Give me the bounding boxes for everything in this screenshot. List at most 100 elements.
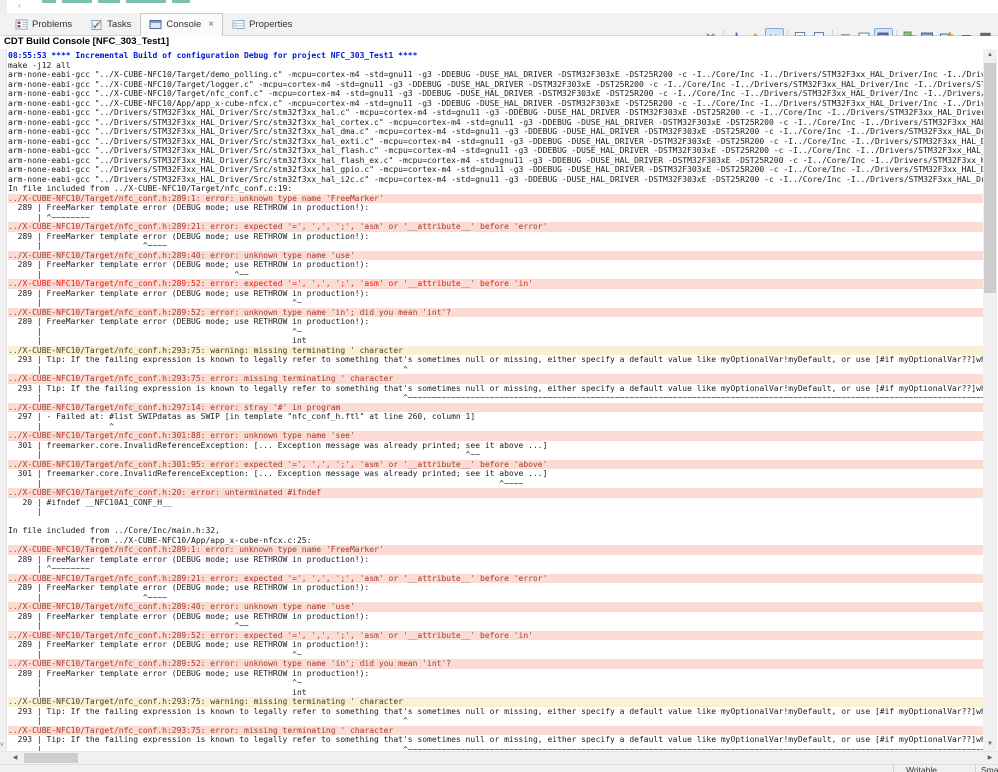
console-line: In file included from ../Core/Inc/main.h… [8,526,220,535]
console-line: 301 | freemarker.core.InvalidReferenceEx… [8,469,548,478]
tab-label: Console [166,19,202,30]
console-line: | ^~ [8,298,302,307]
console-line[interactable]: ../X-CUBE-NFC10/Target/nfc_conf.h:289:52… [8,279,983,289]
console-line: 289 | FreeMarker template error (DEBUG m… [8,554,370,564]
tasks-icon [90,18,103,31]
vertical-scroll-thumb[interactable] [984,63,996,293]
console-line: | ^ [8,364,408,374]
console-line[interactable]: ../X-CUBE-NFC10/Target/nfc_conf.h:301:88… [8,431,983,441]
console-line: | ^~~~~~~~~ [8,212,90,222]
console-line: arm-none-eabi-gcc "../Drivers/STM32F3xx_… [8,117,983,127]
tab-label: Properties [249,19,293,30]
console-line: arm-none-eabi-gcc "../Drivers/STM32F3xx_… [8,108,983,117]
console-line: | ^~~~~ [8,478,524,488]
console-line: arm-none-eabi-gcc "../Drivers/STM32F3xx_… [8,165,983,174]
console-line: arm-none-eabi-gcc "../Drivers/STM32F3xx_… [8,127,983,136]
console-line[interactable]: ../X-CUBE-NFC10/Target/nfc_conf.h:289:40… [8,250,983,260]
view-tabs: Problems Tasks Console × Properties [6,13,301,36]
status-separator [975,765,976,772]
console-line: 289 | FreeMarker template error (DEBUG m… [8,668,370,678]
console-line[interactable]: ../X-CUBE-NFC10/Target/nfc_conf.h:289:1:… [8,545,983,555]
status-insert-mode: Smart Insert [981,765,998,772]
console-line: | ^~~ [8,621,249,630]
tab-problems[interactable]: Problems [6,13,81,36]
console-line: | [8,507,47,516]
console-output[interactable]: 08:55:53 **** Incremental Build of confi… [8,51,983,751]
console-line: 289 | FreeMarker template error (DEBUG m… [8,317,370,326]
console-line: 08:55:53 **** Incremental Build of confi… [8,51,418,60]
console-line: 293 | Tip: If the failing expression is … [17,706,983,716]
console-line: arm-none-eabi-gcc "../Drivers/STM32F3xx_… [8,136,983,146]
console-line: | ^~ [8,649,302,659]
tab-console[interactable]: Console × [140,13,224,36]
console-line: 289 | FreeMarker template error (DEBUG m… [8,260,370,269]
code-fragment [98,0,120,3]
console-line[interactable]: ../X-CUBE-NFC10/Target/nfc_conf.h:293:75… [8,725,983,735]
editor-hscroll-left-icon[interactable]: ‹ [18,1,21,10]
console-line: | ^~~~~~~~~ [8,564,90,573]
console-line[interactable]: ../X-CUBE-NFC10/Target/nfc_conf.h:289:21… [8,222,983,232]
console-line[interactable]: ../X-CUBE-NFC10/Target/nfc_conf.h:289:40… [8,602,983,612]
console-line[interactable]: ../X-CUBE-NFC10/Target/nfc_conf.h:293:75… [8,697,983,707]
status-bar: Writable Smart Insert [0,764,998,772]
code-fragment [62,0,92,3]
code-fragment [172,0,190,3]
console-line[interactable]: ../X-CUBE-NFC10/Target/nfc_conf.h:289:52… [8,659,983,669]
console-line[interactable]: ../X-CUBE-NFC10/Target/nfc_conf.h:297:14… [8,402,983,412]
console-line: | int [8,336,307,345]
console-line: | ^~~~~~~~~~~~~~~~~~~~~~~~~~~~~~~~~~~~~~… [8,393,983,402]
close-icon[interactable]: × [208,19,214,30]
console-line: 293 | Tip: If the failing expression is … [17,735,983,744]
console-line: arm-none-eabi-gcc "../Drivers/STM32F3xx_… [8,146,983,155]
console-line: | ^~~~~ [8,241,167,250]
console-line: arm-none-eabi-gcc "../X-CUBE-NFC10/Targe… [8,89,983,98]
console-line[interactable]: ../X-CUBE-NFC10/Target/nfc_conf.h:293:75… [8,374,983,384]
console-line[interactable]: ../X-CUBE-NFC10/Target/nfc_conf.h:289:52… [8,630,983,640]
console-line: 293 | Tip: If the failing expression is … [17,383,983,393]
console-view: ˅ 08:55:53 **** Incremental Build of con… [0,49,998,751]
console-line: arm-none-eabi-gcc "../X-CUBE-NFC10/Targe… [8,70,983,79]
tab-label: Tasks [107,19,132,30]
console-line[interactable]: ../X-CUBE-NFC10/Target/nfc_conf.h:293:75… [8,345,983,355]
console-line[interactable]: ../X-CUBE-NFC10/Target/nfc_conf.h:301:95… [8,459,983,469]
scroll-down-icon[interactable]: ▼ [983,738,997,751]
console-line[interactable]: ../X-CUBE-NFC10/Target/nfc_conf.h:289:52… [8,307,983,317]
status-separator [893,765,894,772]
vertical-scrollbar[interactable]: ▲ ▼ [983,49,997,751]
console-line: 289 | FreeMarker template error (DEBUG m… [8,583,370,592]
scroll-up-icon[interactable]: ▲ [983,49,997,62]
scroll-right-icon[interactable]: ▶ [983,752,997,764]
console-line: arm-none-eabi-gcc "../X-CUBE-NFC10/Targe… [8,79,983,89]
properties-icon [232,18,245,31]
console-line: | ^~~ [8,450,481,459]
horizontal-scrollbar[interactable]: ◀ ▶ [0,751,998,764]
horizontal-scroll-thumb[interactable] [24,753,78,763]
chevron-down-icon[interactable]: ˅ [0,742,4,749]
console-line: from ../X-CUBE-NFC10/App/app_x-cube-nfcx… [8,535,312,545]
left-strip: ˅ [0,49,7,751]
console-line: 289 | FreeMarker template error (DEBUG m… [8,611,370,621]
console-line: 297 | - Failed at: #list SWIPdatas as SW… [8,412,476,421]
console-line: 289 | FreeMarker template error (DEBUG m… [8,640,370,649]
console-line[interactable]: ../X-CUBE-NFC10/Target/nfc_conf.h:289:1:… [8,193,983,203]
tab-label: Problems [32,19,73,30]
console-line[interactable]: ../X-CUBE-NFC10/Target/nfc_conf.h:20: er… [8,488,983,498]
problems-icon [15,18,28,31]
console-line: | ^~ [8,678,302,687]
code-fragment [126,0,166,3]
console-line: arm-none-eabi-gcc "../Drivers/STM32F3xx_… [8,155,983,165]
tab-properties[interactable]: Properties [223,13,301,36]
view-tabbar: ProblemsTasksConsole×Properties ▾▾ [0,13,998,47]
scroll-left-icon[interactable]: ◀ [8,752,22,764]
console-line: | ^ [8,716,408,725]
tab-tasks[interactable]: Tasks [81,13,140,36]
console-line[interactable]: ../X-CUBE-NFC10/Target/nfc_conf.h:289:21… [8,573,983,583]
console-icon [149,18,162,31]
console-line: 293 | Tip: If the failing expression is … [17,355,983,364]
status-writable: Writable [906,765,938,772]
console-line: | ^~ [8,326,302,336]
console-line: arm-none-eabi-gcc "../Drivers/STM32F3xx_… [8,174,983,184]
console-line: make -j12 all [8,60,71,70]
console-line: | ^~~ [8,269,249,279]
